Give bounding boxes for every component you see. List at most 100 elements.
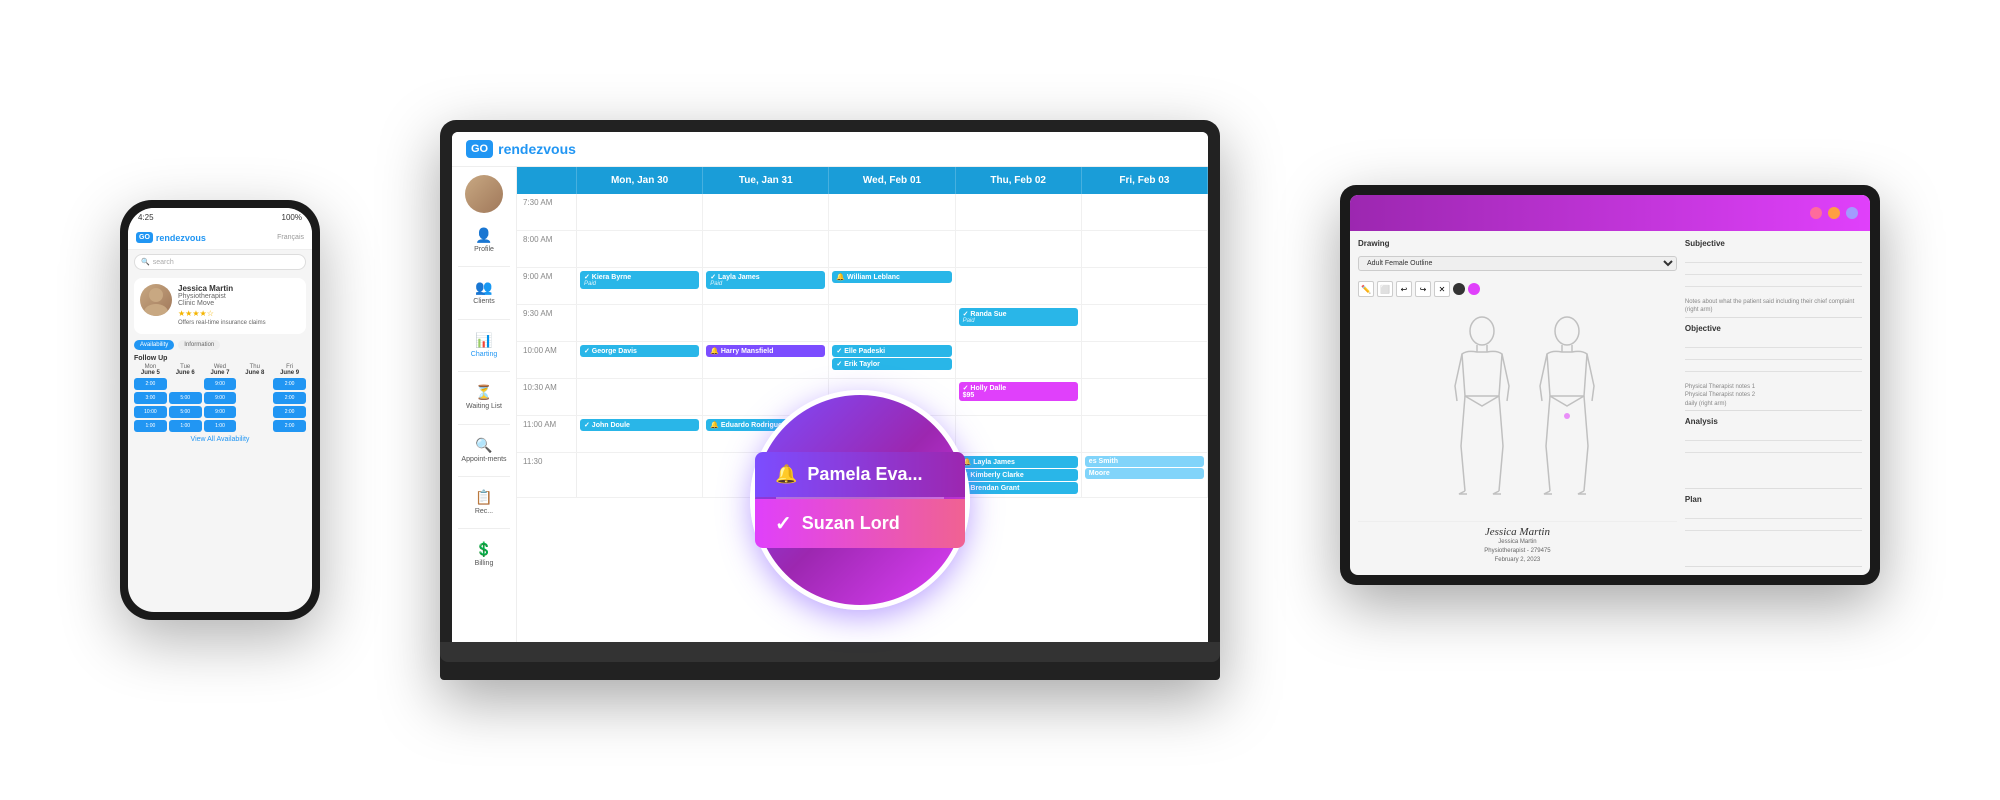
slot[interactable]: 2:00	[273, 392, 306, 404]
sidebar-item-rec[interactable]: 📋 Rec...	[452, 483, 516, 522]
clear-btn[interactable]: ✕	[1434, 281, 1450, 297]
provider-stars: ★★★★☆	[178, 309, 300, 318]
cal-cell-fri-800[interactable]	[1082, 231, 1208, 267]
eraser-btn[interactable]: ⬜	[1377, 281, 1393, 297]
cal-cell-thu-730[interactable]	[956, 194, 1082, 230]
undo-btn[interactable]: ↩	[1396, 281, 1412, 297]
cal-cell-tue-900[interactable]: ✓ Layla James Paid	[703, 268, 829, 304]
slot[interactable]: 5:00	[169, 406, 202, 418]
redo-btn[interactable]: ↪	[1415, 281, 1431, 297]
cal-cell-mon-1130[interactable]	[577, 453, 703, 497]
cal-cell-mon-1030[interactable]	[577, 379, 703, 415]
slot[interactable]: 9:00	[204, 392, 237, 404]
cal-cell-thu-930[interactable]: ✓ Randa Sue Paid	[956, 305, 1082, 341]
cal-cell-wed-1000[interactable]: ✓ Elle Padeski ✓ Erik Taylor	[829, 342, 955, 378]
cal-cell-mon-1000[interactable]: ✓ George Davis	[577, 342, 703, 378]
body-diagram-svg	[1427, 311, 1607, 511]
cal-row-730: 7:30 AM	[517, 194, 1208, 231]
cal-cell-fri-1030[interactable]	[1082, 379, 1208, 415]
cal-cell-tue-930[interactable]	[703, 305, 829, 341]
color-black[interactable]	[1453, 283, 1465, 295]
appt-randa-sue[interactable]: ✓ Randa Sue Paid	[959, 308, 1078, 326]
appt-elle-padeski[interactable]: ✓ Elle Padeski	[832, 345, 951, 357]
provider-card[interactable]: Jessica Martin Physiotherapist Clinic Mo…	[134, 278, 306, 334]
phone-status-bar: 4:25 100%	[128, 208, 312, 226]
cal-cell-thu-1000[interactable]	[956, 342, 1082, 378]
sidebar-item-appointments[interactable]: 🔍 Appoint-ments	[452, 431, 516, 470]
appt-george-davis[interactable]: ✓ George Davis	[580, 345, 699, 357]
tab-availability[interactable]: Availability	[134, 340, 174, 350]
slot[interactable]: 2:00	[273, 406, 306, 418]
time-1100: 11:00 AM	[517, 416, 577, 452]
slot[interactable]: 2:00	[273, 378, 306, 390]
sidebar-item-billing[interactable]: 💲 Billing	[452, 535, 516, 574]
slot[interactable]: 9:00	[204, 406, 237, 418]
cal-cell-fri-900[interactable]	[1082, 268, 1208, 304]
sidebar-item-charting[interactable]: 📊 Charting	[452, 326, 516, 365]
appt-kimberly-clarke[interactable]: ✓ Kimberly Clarke	[959, 469, 1078, 481]
cal-cell-fri-1100[interactable]	[1082, 416, 1208, 452]
tablet-body: Drawing Adult Female Outline ✏️ ⬜ ↩ ↪ ✕	[1350, 231, 1870, 575]
slot[interactable]: 9:00	[204, 378, 237, 390]
cal-row-900: 9:00 AM ✓ Kiera Byrne Paid ✓ Layla James	[517, 268, 1208, 305]
cal-cell-fri-730[interactable]	[1082, 194, 1208, 230]
appt-william-leblanc[interactable]: 🔔 William Leblanc	[832, 271, 951, 283]
sidebar-item-waiting[interactable]: ⏳ Waiting List	[452, 378, 516, 417]
slot[interactable]: 1:00	[204, 420, 237, 432]
cal-cell-wed-800[interactable]	[829, 231, 955, 267]
notification-item-pamela[interactable]: 🔔 Pamela Eva...	[755, 452, 965, 497]
notification-item-suzan[interactable]: ✓ Suzan Lord	[755, 499, 965, 548]
cal-cell-mon-730[interactable]	[577, 194, 703, 230]
appt-erik-taylor[interactable]: ✓ Erik Taylor	[832, 358, 951, 370]
slot[interactable]: 1:00	[134, 420, 167, 432]
sidebar-item-profile[interactable]: 👤 Profile	[452, 221, 516, 260]
appt-john-doule[interactable]: ✓ John Doule	[580, 419, 699, 431]
slot[interactable]: 1:00	[169, 420, 202, 432]
cal-cell-wed-730[interactable]	[829, 194, 955, 230]
cal-cell-fri-930[interactable]	[1082, 305, 1208, 341]
subjective-content[interactable]: Notes about what the patient said includ…	[1685, 251, 1862, 318]
appt-brendan-grant[interactable]: ✓ Brendan Grant	[959, 482, 1078, 494]
appt-kiera-byrne[interactable]: ✓ Kiera Byrne Paid	[580, 271, 699, 289]
slot[interactable]: 2:00	[273, 420, 306, 432]
appt-harry-mansfield[interactable]: 🔔 Harry Mansfield	[706, 345, 825, 357]
cal-cell-mon-1100[interactable]: ✓ John Doule	[577, 416, 703, 452]
cal-cell-mon-930[interactable]	[577, 305, 703, 341]
objective-content[interactable]: Physical Therapist notes 1Physical Thera…	[1685, 336, 1862, 411]
phone-search-bar[interactable]: 🔍 search	[134, 254, 306, 270]
appt-holly-dalle[interactable]: ✓ Holly Dalle $95	[959, 382, 1078, 401]
slot[interactable]: 2:00	[134, 378, 167, 390]
cal-cell-tue-1000[interactable]: 🔔 Harry Mansfield	[703, 342, 829, 378]
slot[interactable]: 3:00	[134, 392, 167, 404]
plan-content[interactable]	[1685, 507, 1862, 567]
cal-cell-thu-800[interactable]	[956, 231, 1082, 267]
slot[interactable]: 10:00	[134, 406, 167, 418]
cal-cell-thu-1030[interactable]: ✓ Holly Dalle $95	[956, 379, 1082, 415]
cal-cell-mon-800[interactable]	[577, 231, 703, 267]
cal-cell-tue-800[interactable]	[703, 231, 829, 267]
cal-cell-thu-900[interactable]	[956, 268, 1082, 304]
phone-language[interactable]: Français	[277, 234, 304, 241]
cal-cell-mon-900[interactable]: ✓ Kiera Byrne Paid	[577, 268, 703, 304]
subjective-lines	[1685, 251, 1862, 296]
cal-cell-wed-900[interactable]: 🔔 William Leblanc	[829, 268, 955, 304]
appt-layla-james[interactable]: ✓ Layla James Paid	[706, 271, 825, 289]
view-all-link[interactable]: View All Availability	[128, 436, 312, 443]
cal-cell-thu-1100[interactable]	[956, 416, 1082, 452]
drawing-select[interactable]: Adult Female Outline	[1358, 256, 1677, 271]
week-header: MonJune 5 TueJune 6 WedJune 7 ThuJune 8 …	[128, 364, 312, 376]
cal-cell-tue-730[interactable]	[703, 194, 829, 230]
cal-cell-fri-1000[interactable]	[1082, 342, 1208, 378]
appt-moore[interactable]: Moore	[1085, 468, 1204, 479]
appt-es-smith[interactable]: es Smith	[1085, 456, 1204, 467]
cal-cell-thu-1130[interactable]: 🔔 Layla James ✓ Kimberly Clarke ✓ Brenda…	[956, 453, 1082, 497]
cal-cell-wed-930[interactable]	[829, 305, 955, 341]
analysis-content[interactable]	[1685, 429, 1862, 489]
color-pink[interactable]	[1468, 283, 1480, 295]
sidebar-item-clients[interactable]: 👥 Clients	[452, 273, 516, 312]
pencil-btn[interactable]: ✏️	[1358, 281, 1374, 297]
appt-layla-james-2[interactable]: 🔔 Layla James	[959, 456, 1078, 468]
tab-information[interactable]: Information	[178, 340, 220, 350]
cal-cell-fri-1130[interactable]: es Smith Moore	[1082, 453, 1208, 497]
slot[interactable]: 5:00	[169, 392, 202, 404]
